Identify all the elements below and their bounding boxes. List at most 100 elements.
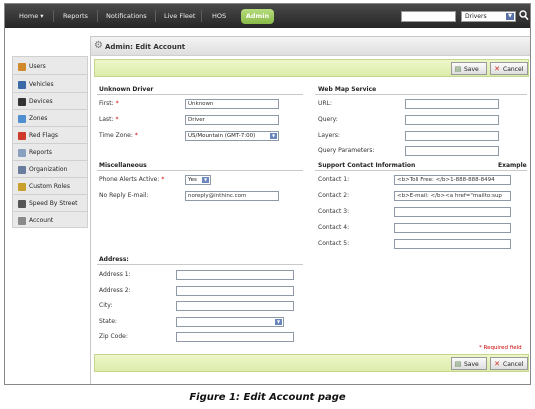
wms-url-field[interactable]	[405, 99, 499, 109]
nav-hos[interactable]: HOS	[212, 12, 226, 20]
contact4-label: Contact 4:	[318, 224, 350, 231]
sidebar-item-label: Red Flags	[29, 132, 59, 139]
edit-account-panel: ⚙ Admin: Edit Account ▤ Save ✕ Cancel Un…	[90, 36, 530, 384]
admin-sidebar: Users Vehicles Devices Zones Red Flags Report…	[12, 56, 88, 228]
contact2-label: Contact 2:	[318, 192, 350, 199]
sidebar-item-reports[interactable]: Reports	[13, 145, 87, 161]
sidebar-item-devices[interactable]: Devices	[13, 94, 87, 110]
cancel-button[interactable]: ✕ Cancel	[490, 357, 528, 370]
wms-url-label: URL:	[318, 100, 332, 107]
contact1-label: Contact 1:	[318, 176, 350, 183]
time-zone-label: Time Zone: *	[99, 132, 138, 139]
nav-live-fleet[interactable]: Live Fleet	[164, 12, 195, 20]
nav-notifications[interactable]: Notifications	[106, 12, 147, 20]
wms-layers-field[interactable]	[405, 131, 499, 141]
address1-field[interactable]	[176, 270, 294, 280]
last-name-label: Last: *	[99, 116, 119, 123]
first-name-label: First: *	[99, 100, 119, 107]
chevron-down-icon: ▼	[275, 319, 282, 325]
city-field[interactable]	[176, 301, 294, 311]
sidebar-item-custom-roles[interactable]: Custom Roles	[13, 179, 87, 195]
address2-label: Address 2:	[99, 287, 131, 294]
last-name-field[interactable]: Driver	[185, 115, 279, 125]
nav-admin[interactable]: Admin	[241, 9, 274, 24]
sidebar-item-label: Zones	[29, 115, 48, 122]
device-icon	[18, 98, 26, 106]
first-name-field[interactable]: Unknown	[185, 99, 279, 109]
red-flag-icon	[18, 132, 26, 140]
nav-divider	[201, 10, 202, 22]
search-scope-select[interactable]: Drivers ▼	[461, 11, 516, 22]
support-contact-heading: Support Contact Information	[318, 162, 416, 169]
phone-alerts-select[interactable]: Yes ▼	[185, 175, 211, 185]
unknown-driver-heading: Unknown Driver	[99, 86, 154, 93]
save-icon: ▤	[454, 360, 462, 368]
contact1-field[interactable]: <b>Toll Free: </b>1-888-888-8494	[394, 175, 511, 185]
close-icon: ✕	[494, 65, 500, 73]
web-map-service-heading: Web Map Service	[318, 86, 377, 93]
address1-label: Address 1:	[99, 271, 131, 278]
figure-caption: Figure 1: Edit Account page	[189, 392, 346, 403]
app-window: Home ▾ Reports Notifications Live Fleet …	[4, 3, 531, 385]
zones-icon	[18, 115, 26, 123]
nav-divider	[155, 10, 156, 22]
contact3-field[interactable]	[394, 207, 511, 217]
example-link[interactable]: Example	[498, 162, 527, 169]
chevron-down-icon: ▼	[506, 13, 514, 20]
section-divider	[315, 94, 527, 95]
sidebar-item-label: Account	[29, 217, 54, 224]
address2-field[interactable]	[176, 286, 294, 296]
top-nav: Home ▾ Reports Notifications Live Fleet …	[5, 4, 530, 28]
sidebar-item-label: Organization	[29, 166, 68, 173]
panel-header: ⚙ Admin: Edit Account	[91, 37, 530, 56]
save-icon: ▤	[454, 65, 462, 73]
zip-code-label: Zip Code:	[99, 333, 128, 340]
sidebar-item-organization[interactable]: Organization	[13, 162, 87, 178]
account-icon	[18, 217, 26, 225]
search-icon[interactable]	[519, 10, 529, 22]
sidebar-item-vehicles[interactable]: Vehicles	[13, 77, 87, 93]
contact5-field[interactable]	[394, 239, 511, 249]
required-field-note: * Required field	[479, 345, 522, 351]
save-button[interactable]: ▤ Save	[451, 357, 487, 370]
section-divider	[97, 94, 303, 95]
top-action-bar: ▤ Save ✕ Cancel	[94, 59, 529, 77]
search-input[interactable]	[401, 11, 456, 22]
no-reply-email-label: No Reply E-mail:	[99, 192, 149, 199]
cancel-button[interactable]: ✕ Cancel	[490, 62, 528, 75]
state-select[interactable]: ▼	[176, 317, 284, 327]
sidebar-item-users[interactable]: Users	[13, 59, 87, 75]
vehicle-icon	[18, 81, 26, 89]
sidebar-item-zones[interactable]: Zones	[13, 111, 87, 127]
sidebar-item-label: Speed By Street	[29, 200, 78, 207]
no-reply-email-field[interactable]: noreply@inthinc.com	[185, 191, 279, 201]
nav-reports[interactable]: Reports	[63, 12, 88, 20]
nav-home[interactable]: Home ▾	[19, 12, 44, 20]
section-divider	[97, 264, 303, 265]
contact3-label: Contact 3:	[318, 208, 350, 215]
users-icon	[18, 63, 26, 71]
time-zone-select[interactable]: US/Mountain (GMT-7:00) ▼	[185, 131, 279, 141]
sidebar-item-speed-by-street[interactable]: Speed By Street	[13, 196, 87, 212]
city-label: City:	[99, 302, 113, 309]
reports-icon	[18, 149, 26, 157]
organization-icon	[18, 166, 26, 174]
address-heading: Address:	[99, 256, 129, 263]
save-button[interactable]: ▤ Save	[451, 62, 487, 75]
contact4-field[interactable]	[394, 223, 511, 233]
section-divider	[315, 170, 527, 171]
contact2-field[interactable]: <b>E-mail: </b><a href="mailto:sup	[394, 191, 511, 201]
wms-query-parameters-label: Query Parameters:	[318, 147, 375, 154]
sidebar-item-account[interactable]: Account	[13, 213, 87, 229]
sidebar-item-label: Custom Roles	[29, 183, 70, 190]
wms-query-parameters-field[interactable]	[405, 146, 499, 156]
zip-code-field[interactable]	[176, 332, 294, 342]
sidebar-item-label: Devices	[29, 98, 53, 105]
wms-query-field[interactable]	[405, 115, 499, 125]
wms-query-label: Query:	[318, 116, 338, 123]
gear-icon: ⚙	[94, 40, 103, 51]
sidebar-item-red-flags[interactable]: Red Flags	[13, 128, 87, 144]
section-divider	[97, 170, 303, 171]
wms-layers-label: Layers:	[318, 132, 340, 139]
sidebar-item-label: Reports	[29, 149, 53, 156]
